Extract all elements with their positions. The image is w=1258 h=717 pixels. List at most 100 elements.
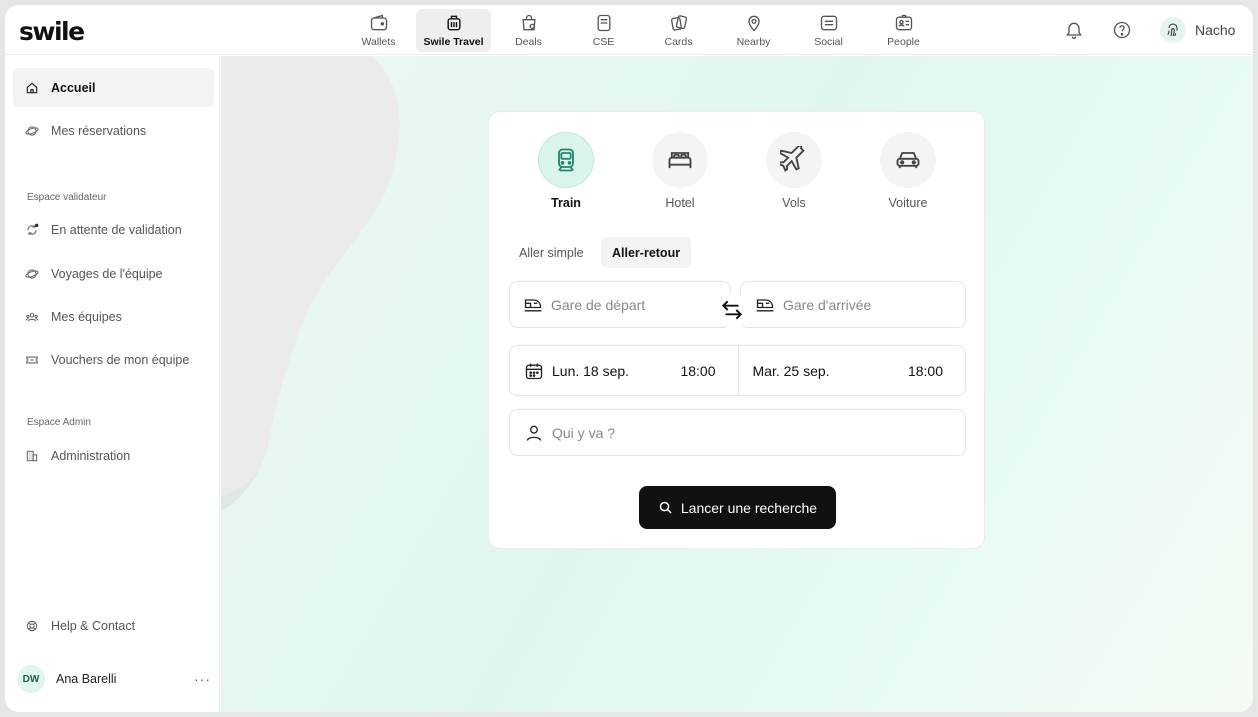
departure-placeholder: Gare de départ (551, 296, 646, 313)
return-time: 18:00 (907, 362, 943, 379)
notifications-button[interactable] (1063, 19, 1085, 41)
profile-avatar: DW (17, 665, 45, 693)
return-date-field[interactable]: Mar. 25 sep. 18:00 (737, 346, 966, 395)
sidebar-item-label: Accueil (51, 80, 96, 95)
departure-station-field[interactable]: Gare de départ (509, 281, 731, 328)
social-icon (820, 15, 837, 31)
top-bar: swile Wallets Swile Travel Deals CSE Car… (5, 5, 1253, 55)
user-menu[interactable]: Nacho (1160, 17, 1235, 43)
building-icon (26, 450, 38, 461)
fingerprint-icon (1167, 23, 1178, 37)
nav-swile-travel[interactable]: Swile Travel (416, 9, 491, 52)
profile-more-button[interactable]: ··· (194, 671, 211, 687)
globe-icon (25, 268, 39, 279)
nav-label: Cards (664, 36, 693, 48)
swap-stations-button[interactable] (715, 293, 749, 327)
outbound-time: 18:00 (680, 362, 716, 379)
mode-flights[interactable]: Vols (754, 132, 834, 210)
sidebar-item-help-contact[interactable]: Help & Contact (13, 606, 214, 645)
mode-label: Voiture (888, 196, 928, 210)
outbound-date-field[interactable]: Lun. 18 sep. 18:00 (510, 346, 738, 395)
globe-icon (25, 125, 39, 136)
search-button-label: Lancer une recherche (680, 499, 818, 516)
sidebar-item-team-trips[interactable]: Voyages de l'équipe (13, 254, 214, 293)
sidebar-item-pending-validation[interactable]: En attente de validation (13, 210, 214, 249)
cse-icon (597, 14, 610, 32)
mode-label: Hotel (665, 196, 695, 210)
map-background (221, 56, 400, 511)
calendar-icon (525, 363, 543, 379)
trip-type-one-way[interactable]: Aller simple (508, 237, 595, 268)
main-nav: Wallets Swile Travel Deals CSE Cards Nea… (341, 9, 941, 52)
swile-logo[interactable]: swile (19, 17, 85, 46)
nav-social[interactable]: Social (791, 9, 866, 52)
help-circle-icon (1113, 21, 1131, 39)
ticket-icon (26, 356, 38, 363)
train-front-icon (524, 298, 542, 311)
sidebar-item-label: Mes réservations (51, 123, 147, 138)
swap-arrows-icon (721, 300, 743, 320)
mode-hotel[interactable]: Hotel (640, 132, 720, 210)
arrival-station-field[interactable]: Gare d'arrivée (740, 281, 966, 328)
section-validator: Espace validateur (27, 192, 107, 203)
nav-nearby[interactable]: Nearby (716, 9, 791, 52)
search-icon (659, 501, 672, 514)
mode-label: Vols (782, 196, 806, 210)
outbound-date: Lun. 18 sep. (552, 362, 630, 379)
team-icon (25, 312, 39, 321)
nav-label: People (887, 36, 920, 48)
location-pin-icon (747, 15, 760, 32)
plane-icon (780, 146, 805, 172)
search-button[interactable]: Lancer une recherche (639, 486, 836, 529)
nav-label: Wallets (361, 36, 396, 48)
travelers-placeholder: Qui y va ? (552, 424, 616, 441)
travel-search-card: Train Hotel Vols Voiture Aller simple Al… (488, 111, 985, 549)
nav-label: Social (814, 36, 843, 48)
nav-cards[interactable]: Cards (641, 9, 716, 52)
nav-label: Swile Travel (423, 36, 484, 48)
shopping-bag-icon (521, 14, 536, 31)
people-icon (895, 14, 912, 31)
app-window: swile Wallets Swile Travel Deals CSE Car… (5, 5, 1253, 712)
arrival-placeholder: Gare d'arrivée (783, 296, 872, 313)
luggage-icon (446, 15, 461, 31)
user-name: Nacho (1195, 22, 1236, 38)
nav-people[interactable]: People (866, 9, 941, 52)
train-front-icon (756, 298, 774, 311)
user-icon (526, 425, 542, 441)
nav-label: Nearby (736, 36, 771, 48)
sidebar-item-team-vouchers[interactable]: Vouchers de mon équipe (13, 340, 214, 379)
bed-icon (668, 152, 692, 169)
cards-icon (670, 15, 687, 31)
sidebar-item-accueil[interactable]: Accueil (13, 68, 214, 107)
sync-icon (27, 223, 39, 235)
sidebar-item-label: Vouchers de mon équipe (51, 352, 190, 367)
sidebar-item-label: En attente de validation (51, 222, 182, 237)
mode-label: Train (551, 196, 581, 210)
travelers-field[interactable]: Qui y va ? (509, 409, 966, 456)
nav-deals[interactable]: Deals (491, 9, 566, 52)
mode-train[interactable]: Train (526, 132, 606, 210)
trip-type-round-trip[interactable]: Aller-retour (601, 237, 692, 268)
sidebar-item-administration[interactable]: Administration (13, 436, 214, 475)
home-icon (26, 82, 38, 93)
nav-wallets[interactable]: Wallets (341, 9, 416, 52)
sidebar-item-label: Mes équipes (51, 309, 122, 324)
bell-icon (1066, 22, 1082, 39)
return-date: Mar. 25 sep. (752, 362, 830, 379)
main-content: Train Hotel Vols Voiture Aller simple Al… (221, 56, 1253, 712)
dates-field: Lun. 18 sep. 18:00 Mar. 25 sep. 18:00 (509, 345, 966, 396)
mode-car[interactable]: Voiture (868, 132, 948, 210)
sidebar-item-label: Voyages de l'équipe (51, 266, 163, 281)
help-button[interactable] (1111, 19, 1133, 41)
sidebar-item-mes-reservations[interactable]: Mes réservations (13, 111, 214, 150)
sidebar-item-label: Administration (51, 448, 131, 463)
sidebar-item-my-teams[interactable]: Mes équipes (13, 297, 214, 336)
profile: DW Ana Barelli ··· (17, 663, 215, 695)
profile-name: Ana Barelli (56, 672, 117, 686)
section-admin: Espace Admin (27, 417, 91, 428)
sidebar-item-label: Help & Contact (51, 618, 136, 633)
nav-cse[interactable]: CSE (566, 9, 641, 52)
nav-label: Deals (515, 36, 542, 48)
lifebuoy-icon (26, 620, 38, 631)
